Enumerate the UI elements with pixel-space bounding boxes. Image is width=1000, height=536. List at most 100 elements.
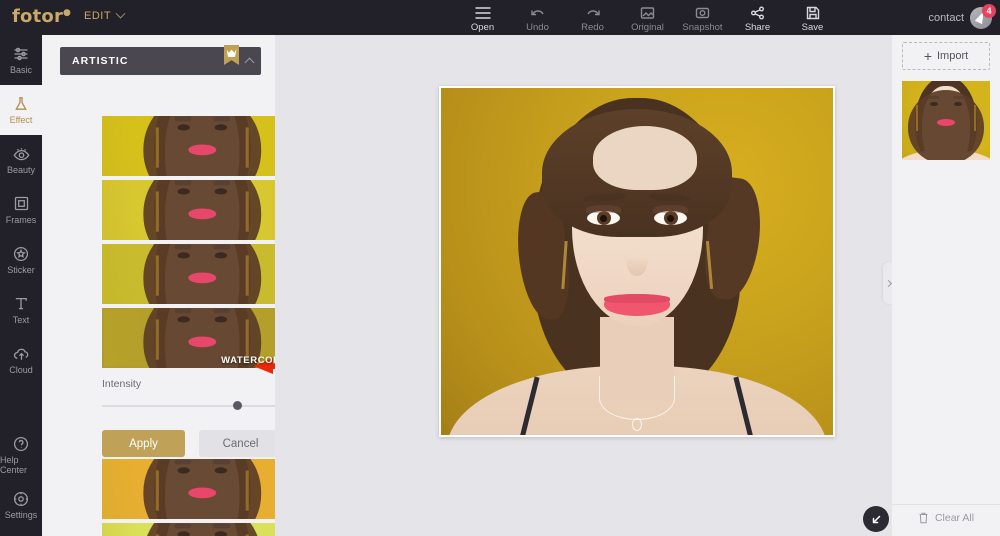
intensity-slider[interactable]	[102, 400, 275, 412]
toolbar-button-label: Save	[801, 22, 824, 33]
sidebar-item-label: Sticker	[7, 265, 35, 275]
slider-track[interactable]	[102, 405, 275, 407]
sidebar-item-label: Text	[12, 315, 30, 325]
contact-label: contact	[928, 11, 964, 24]
pendant	[632, 417, 642, 431]
notification-badge: 4	[982, 3, 996, 18]
toolbar-button-undo[interactable]: Undo	[510, 1, 565, 33]
apply-button[interactable]: Apply	[102, 430, 185, 457]
sidebar-bottom: Help Center Settings	[0, 430, 42, 530]
arrow-up-left-icon	[872, 515, 880, 523]
account-area[interactable]: contact 4	[928, 0, 996, 35]
frame-icon	[14, 195, 29, 212]
sidebar-item-label: Help Center	[0, 455, 28, 475]
top-toolbar: fotor● EDIT Open Undo Redo Original Snapshot…	[0, 0, 1000, 35]
import-button[interactable]: + Import	[902, 42, 990, 70]
effect-name-label: WATERCOLOR	[221, 355, 275, 366]
right-panel: + Import Clear All	[892, 35, 1000, 536]
chevron-right-icon	[884, 279, 893, 287]
intensity-control: Intensity 78% Apply Cancel	[102, 378, 275, 457]
gear-circle-icon	[13, 490, 29, 507]
sidebar-item-label: Beauty	[6, 165, 36, 175]
fit-screen-button[interactable]	[863, 506, 889, 532]
cancel-button[interactable]: Cancel	[199, 430, 275, 457]
eye-icon	[13, 145, 30, 162]
sidebar-item-cloud[interactable]: Cloud	[0, 335, 42, 385]
effect-thumbnail[interactable]: WATERCOLOR	[102, 308, 275, 368]
trash-icon	[919, 512, 928, 523]
effect-thumbnail-list: WATERCOLOR	[102, 116, 275, 372]
toolbar-button-share[interactable]: Share	[730, 1, 785, 33]
toolbar-button-save[interactable]: Save	[785, 1, 840, 33]
effect-thumbnail[interactable]	[102, 459, 275, 519]
eyelid-right	[653, 205, 688, 214]
sidebar-item-sticker[interactable]: Sticker	[0, 235, 42, 285]
toolbar-button-redo[interactable]: Redo	[565, 1, 620, 33]
effect-thumbnail[interactable]	[102, 523, 275, 536]
fotor-editor-window: fotor● EDIT Open Undo Redo Original Snapshot…	[0, 0, 1000, 536]
logo-dot: ●	[63, 8, 72, 18]
flask-icon	[13, 95, 29, 112]
canvas-area[interactable]: 1702px × 1500px − 35% + Compare	[275, 35, 892, 536]
sidebar-item-beauty[interactable]: Beauty	[0, 135, 42, 185]
sliders-icon	[13, 45, 29, 62]
avatar[interactable]: 4	[970, 3, 996, 29]
cloud-up-icon	[13, 345, 30, 362]
left-sidebar: Basic Effect Beauty Frames Sticker Text Cloud …	[0, 35, 42, 536]
camera-icon	[695, 5, 710, 20]
thumbnail-preview	[902, 81, 990, 160]
text-t-icon	[14, 295, 28, 312]
toolbar-actions: Open Undo Redo Original Snapshot Share Save	[455, 1, 840, 33]
thumbnail-preview	[102, 459, 275, 519]
clear-all-button[interactable]: Clear All	[892, 504, 1000, 530]
effect-action-buttons: Apply Cancel	[102, 430, 275, 457]
plus-icon: +	[923, 48, 932, 64]
nose	[626, 244, 648, 277]
forehead	[593, 126, 697, 191]
share-icon	[750, 5, 765, 20]
effects-panel: ARTISTIC WATERCOLOR Intensity 78% Apply …	[42, 35, 275, 536]
sidebar-item-label: Basic	[9, 65, 32, 75]
category-header-artistic[interactable]: ARTISTIC	[60, 45, 261, 75]
sidebar-item-help-center[interactable]: Help Center	[0, 430, 42, 480]
sticker-icon	[13, 245, 29, 262]
fotor-logo[interactable]: fotor●	[12, 6, 71, 27]
sidebar-item-settings[interactable]: Settings	[0, 480, 42, 530]
logo-text: fotor	[12, 6, 64, 27]
sidebar-item-basic[interactable]: Basic	[0, 35, 42, 85]
save-disk-icon	[806, 5, 820, 20]
chevron-down-icon	[115, 8, 126, 19]
menu-icon	[474, 5, 491, 20]
sidebar-item-text[interactable]: Text	[0, 285, 42, 335]
intensity-label: Intensity	[102, 378, 142, 390]
clear-all-label: Clear All	[934, 511, 975, 524]
effect-thumbnail[interactable]	[102, 244, 275, 304]
sidebar-item-effect[interactable]: Effect	[0, 85, 42, 135]
crown-ribbon-icon	[224, 45, 239, 65]
sidebar-item-label: Settings	[4, 510, 38, 520]
toolbar-button-snapshot[interactable]: Snapshot	[675, 1, 730, 33]
eyelid-left	[586, 205, 621, 214]
import-label: Import	[937, 50, 969, 62]
edit-menu[interactable]: EDIT	[84, 8, 126, 22]
sidebar-item-label: Frames	[5, 215, 37, 225]
toolbar-button-label: Original	[631, 22, 664, 33]
chevron-up-icon[interactable]	[244, 57, 255, 68]
toolbar-button-label: Redo	[581, 22, 604, 33]
toolbar-button-label: Share	[744, 22, 771, 33]
category-title: ARTISTIC	[72, 55, 129, 67]
project-thumbnail[interactable]	[902, 81, 990, 160]
edit-menu-label: EDIT	[84, 10, 112, 22]
toolbar-button-original[interactable]: Original	[620, 1, 675, 33]
intensity-row: Intensity 78%	[102, 378, 275, 390]
effect-thumbnail[interactable]	[102, 116, 275, 176]
thumbnail-preview	[102, 523, 275, 536]
toolbar-button-open[interactable]: Open	[455, 1, 510, 33]
sidebar-item-label: Cloud	[9, 365, 33, 375]
image-icon	[640, 5, 655, 20]
redo-icon	[585, 5, 601, 20]
slider-handle[interactable]	[232, 401, 242, 410]
sidebar-item-frames[interactable]: Frames	[0, 185, 42, 235]
portrait-photo[interactable]	[441, 88, 833, 435]
effect-thumbnail[interactable]	[102, 180, 275, 240]
